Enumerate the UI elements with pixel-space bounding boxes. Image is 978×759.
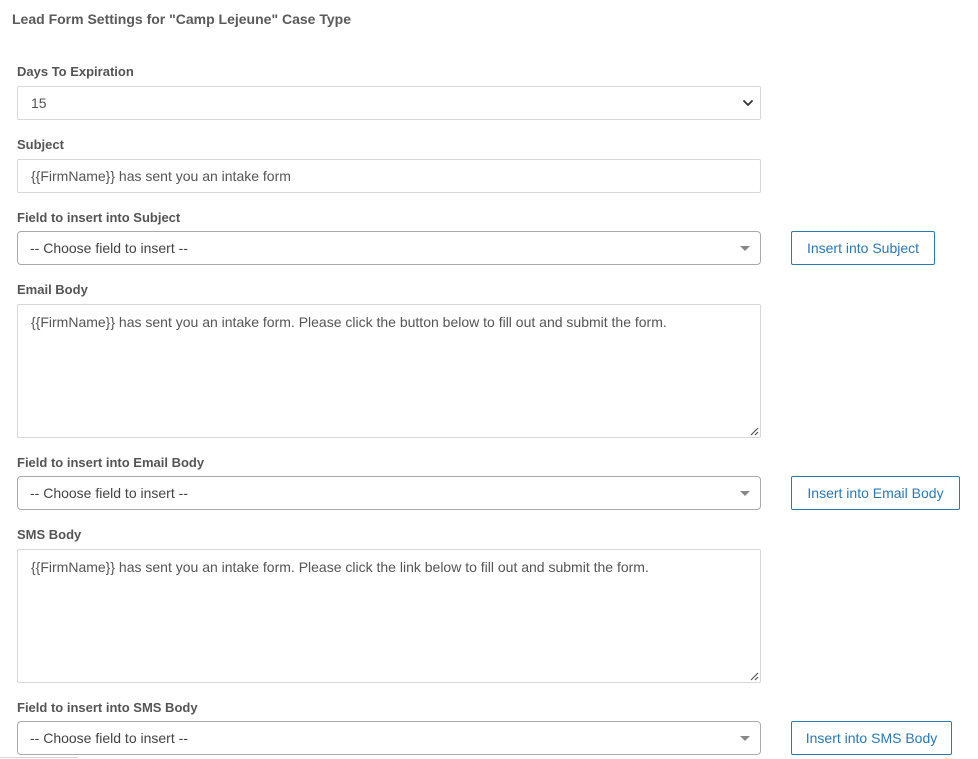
caret-down-icon — [740, 246, 750, 251]
subject-field-insert-label: Field to insert into Subject — [17, 210, 181, 225]
subject-input[interactable]: {{FirmName}} has sent you an intake form — [17, 159, 761, 193]
page-title: Lead Form Settings for "Camp Lejeune" Ca… — [12, 11, 351, 27]
caret-down-icon — [740, 736, 750, 741]
subject-field-select-placeholder: -- Choose field to insert -- — [30, 240, 188, 256]
resize-handle-icon[interactable] — [749, 426, 759, 436]
email-body-value: {{FirmName}} has sent you an intake form… — [31, 314, 667, 330]
insert-into-sms-body-button[interactable]: Insert into SMS Body — [791, 721, 952, 755]
email-body-field-select[interactable]: -- Choose field to insert -- — [17, 476, 761, 510]
lead-form-settings-page: Lead Form Settings for "Camp Lejeune" Ca… — [0, 0, 978, 759]
sms-body-field-select[interactable]: -- Choose field to insert -- — [17, 721, 761, 755]
caret-down-icon — [740, 491, 750, 496]
subject-label: Subject — [17, 137, 64, 152]
email-body-textarea[interactable]: {{FirmName}} has sent you an intake form… — [17, 304, 761, 438]
email-body-field-select-placeholder: -- Choose field to insert -- — [30, 485, 188, 501]
email-body-field-insert-label: Field to insert into Email Body — [17, 455, 205, 470]
sms-body-field-select-placeholder: -- Choose field to insert -- — [30, 730, 188, 746]
sms-body-textarea[interactable]: {{FirmName}} has sent you an intake form… — [17, 549, 761, 683]
resize-handle-icon[interactable] — [749, 671, 759, 681]
email-body-label: Email Body — [17, 282, 88, 297]
insert-into-subject-button[interactable]: Insert into Subject — [791, 231, 935, 265]
subject-field-select[interactable]: -- Choose field to insert -- — [17, 231, 761, 265]
sms-body-field-insert-label: Field to insert into SMS Body — [17, 700, 198, 715]
days-to-expiration-select[interactable]: 15 — [17, 86, 761, 120]
chevron-down-icon — [743, 100, 753, 106]
days-to-expiration-value: 15 — [31, 95, 47, 111]
insert-into-email-body-button[interactable]: Insert into Email Body — [791, 476, 960, 510]
days-to-expiration-label: Days To Expiration — [17, 64, 134, 79]
sms-body-value: {{FirmName}} has sent you an intake form… — [31, 559, 649, 575]
sms-body-label: SMS Body — [17, 527, 82, 542]
divider — [0, 757, 78, 758]
subject-value: {{FirmName}} has sent you an intake form — [31, 168, 291, 184]
